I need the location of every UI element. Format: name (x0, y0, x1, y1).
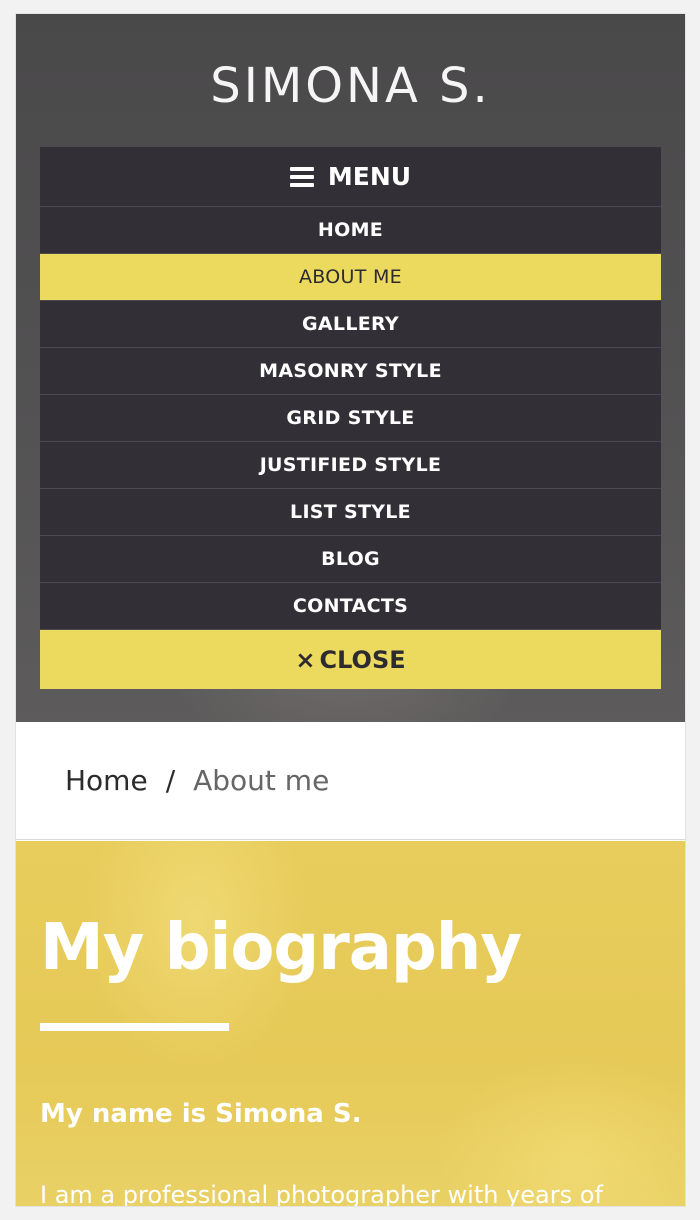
mobile-menu: MENU HOME ABOUT ME GALLERY MASONRY STYLE… (40, 147, 661, 689)
menu-item-gallery[interactable]: GALLERY (40, 301, 661, 348)
menu-item-blog[interactable]: BLOG (40, 536, 661, 583)
hamburger-icon (289, 163, 314, 191)
hero-header: SIMONA S. MENU HOME ABOUT ME GALLERY MAS… (16, 14, 685, 722)
breadcrumb: Home / About me (16, 722, 685, 840)
breadcrumb-separator: / (165, 764, 176, 797)
menu-toggle[interactable]: MENU (40, 147, 661, 207)
menu-close-label: CLOSE (319, 645, 406, 674)
breadcrumb-home-link[interactable]: Home (65, 764, 148, 797)
menu-toggle-label: MENU (327, 162, 412, 191)
menu-item-list-style[interactable]: LIST STYLE (40, 489, 661, 536)
menu-item-grid-style[interactable]: GRID STYLE (40, 395, 661, 442)
biography-section: My biography My name is Simona S. I am a… (16, 841, 685, 1206)
menu-item-justified-style[interactable]: JUSTIFIED STYLE (40, 442, 661, 489)
close-icon: × (295, 645, 316, 674)
menu-item-about-me[interactable]: ABOUT ME (40, 254, 661, 301)
page-frame: SIMONA S. MENU HOME ABOUT ME GALLERY MAS… (16, 14, 685, 1206)
bio-name-heading: My name is Simona S. (40, 1099, 362, 1129)
site-title[interactable]: SIMONA S. (16, 58, 685, 114)
breadcrumb-current: About me (193, 764, 330, 797)
title-underline-divider (40, 1023, 229, 1031)
page-title: My biography (40, 911, 522, 985)
bio-intro-text: I am a professional photographer with ye… (40, 1181, 603, 1206)
menu-item-contacts[interactable]: CONTACTS (40, 583, 661, 630)
menu-item-masonry-style[interactable]: MASONRY STYLE (40, 348, 661, 395)
menu-close-button[interactable]: × CLOSE (40, 630, 661, 689)
menu-item-home[interactable]: HOME (40, 207, 661, 254)
